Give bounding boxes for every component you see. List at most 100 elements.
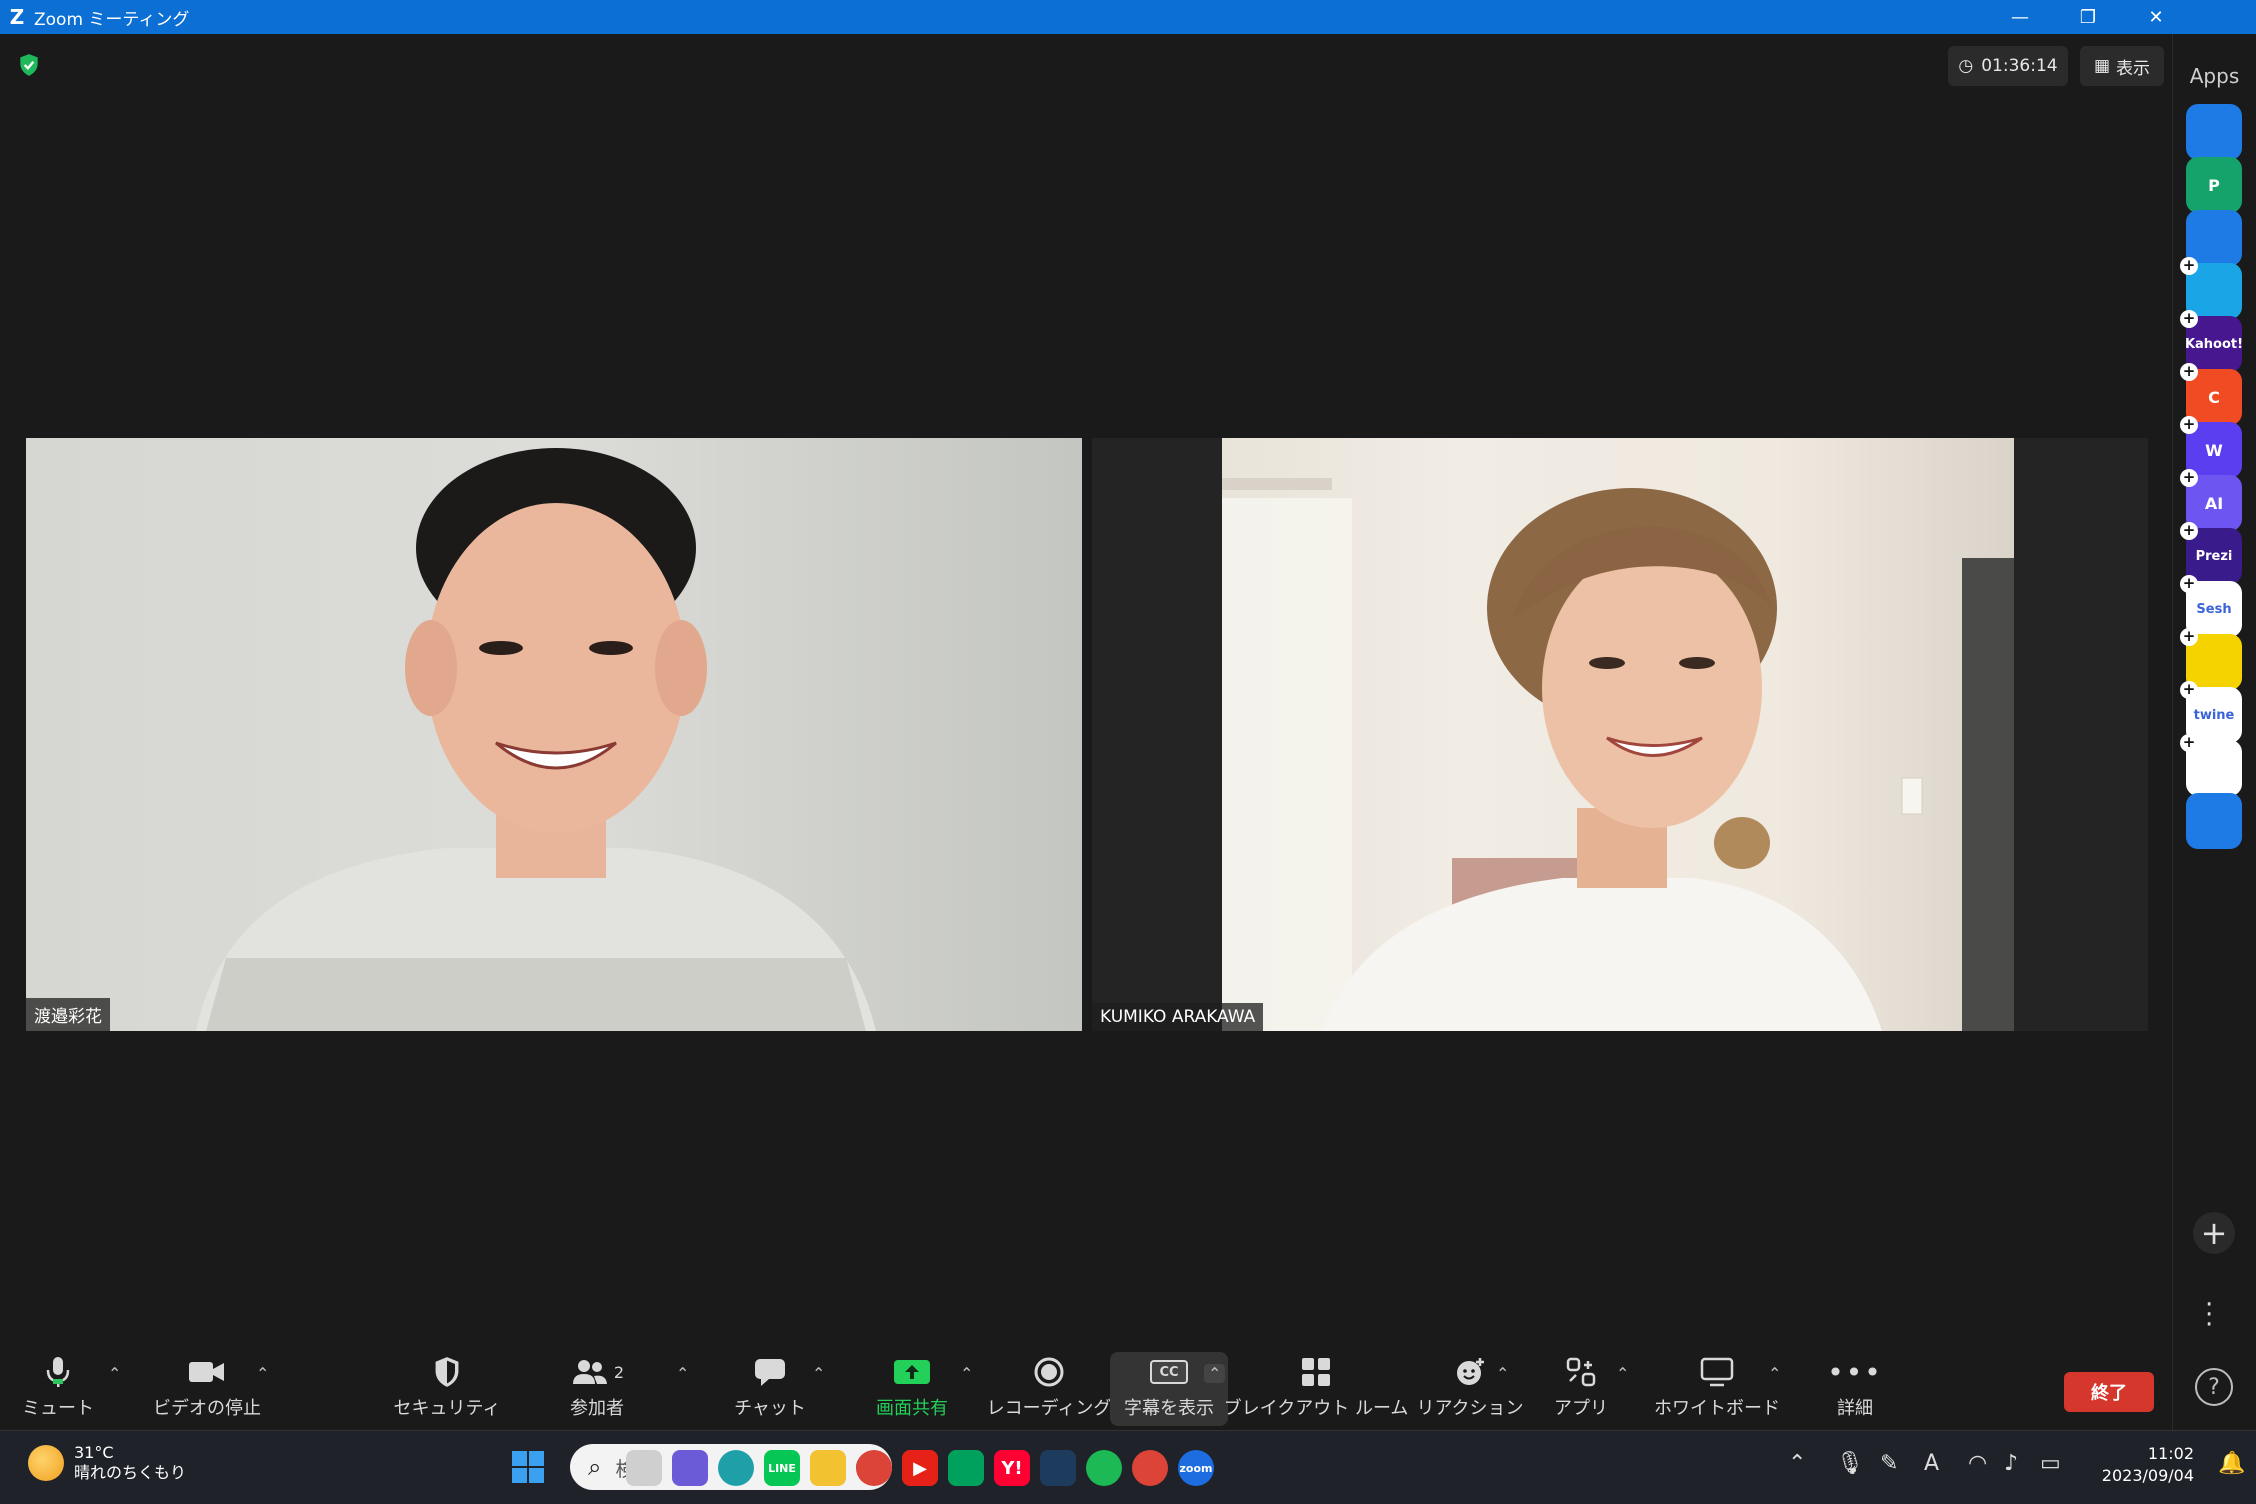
smile-app-icon[interactable] xyxy=(2186,104,2242,160)
record-icon xyxy=(1033,1352,1065,1392)
add-app-button[interactable]: + xyxy=(2193,1212,2235,1254)
teams-chat-icon[interactable] xyxy=(672,1450,708,1486)
add-badge-icon: + xyxy=(2180,681,2198,699)
whiteboard-button[interactable]: ホワイトボード xyxy=(1654,1352,1780,1426)
mute-options-chevron-icon[interactable]: ⌃ xyxy=(108,1364,121,1383)
close-button[interactable]: ✕ xyxy=(2122,0,2190,34)
reactions-label: リアクション xyxy=(1416,1398,1524,1419)
tray-overflow-chevron-icon[interactable]: ⌃ xyxy=(1788,1451,1806,1476)
edge-icon[interactable] xyxy=(718,1450,754,1486)
breakout-rooms-button[interactable]: ブレイクアウト ルーム xyxy=(1224,1352,1408,1426)
microphone-icon xyxy=(45,1352,71,1392)
line-icon[interactable]: LINE xyxy=(764,1450,800,1486)
closed-captions-icon: CC xyxy=(1150,1352,1188,1392)
add-badge-icon: + xyxy=(2180,575,2198,593)
more-options-icon[interactable]: · · · xyxy=(2205,1292,2213,1338)
apps-options-chevron-icon[interactable]: ⌃ xyxy=(1616,1364,1629,1383)
microphone-tray-icon[interactable]: 🎙 xyxy=(1836,1451,1864,1476)
chat-label: チャット xyxy=(734,1398,806,1419)
security-label: セキュリティ xyxy=(393,1398,501,1419)
zoom-logo-icon: Z xyxy=(9,5,25,29)
share-screen-button[interactable]: 画面共有 xyxy=(866,1352,958,1426)
chrome-icon[interactable] xyxy=(856,1450,892,1486)
start-button[interactable] xyxy=(506,1445,550,1489)
weather-temperature: 31°C xyxy=(74,1443,114,1462)
volume-icon[interactable]: ♪ xyxy=(2004,1451,2018,1476)
recording-button[interactable]: レコーディング xyxy=(987,1352,1111,1426)
breakout-grid-icon xyxy=(1300,1352,1332,1392)
grid-icon: ▦ xyxy=(2093,56,2111,76)
mute-label: ミュート xyxy=(22,1398,94,1419)
video-camera-icon xyxy=(188,1352,226,1392)
share-label: 画面共有 xyxy=(876,1398,948,1419)
chat-options-chevron-icon[interactable]: ⌃ xyxy=(812,1364,825,1383)
pen-tray-icon[interactable]: ✎ xyxy=(1880,1451,1898,1476)
whiteboard-icon xyxy=(1700,1352,1734,1392)
breakout-label: ブレイクアウト ルーム xyxy=(1223,1398,1409,1419)
view-label: 表示 xyxy=(2116,58,2151,79)
system-clock[interactable]: 11:02 2023/09/04 xyxy=(2096,1443,2194,1487)
add-badge-icon: + xyxy=(2180,734,2198,752)
view-button[interactable]: ▦ 表示 xyxy=(2080,46,2164,86)
chat-button[interactable]: チャット xyxy=(730,1352,810,1426)
ime-tray-icon[interactable]: A xyxy=(1924,1451,1939,1476)
cc-badge: CC xyxy=(1150,1360,1188,1384)
captions-options-chevron-icon[interactable]: ⌃ xyxy=(1204,1364,1226,1383)
add-badge-icon: + xyxy=(2180,310,2198,328)
recording-label: レコーディング xyxy=(986,1398,1112,1419)
title-bar: Z Zoom ミーティング ✕ ❐ — xyxy=(0,0,2256,34)
add-badge-icon: + xyxy=(2180,522,2198,540)
ellipsis-icon: ••• xyxy=(1827,1355,1883,1389)
wifi-icon[interactable]: ◠ xyxy=(1968,1451,1987,1476)
add-badge-icon: + xyxy=(2180,363,2198,381)
zoom-icon[interactable]: zoom xyxy=(1178,1450,1214,1486)
help-button[interactable]: ? xyxy=(2195,1368,2233,1406)
video-tile-1[interactable]: 渡邉彩花 xyxy=(26,438,1082,1031)
apps-button[interactable]: アプリ xyxy=(1546,1352,1616,1426)
share-options-chevron-icon[interactable]: ⌃ xyxy=(960,1364,973,1383)
apps-panel: Apps P + Kahoot! + C + W + AI + Prezi + Sesh + + twine +… xyxy=(2172,34,2256,1430)
security-button[interactable]: セキュリティ xyxy=(392,1352,502,1426)
more-button[interactable]: ••• 詳細 xyxy=(1820,1352,1890,1426)
mute-button[interactable]: ミュート xyxy=(22,1352,94,1426)
restore-button[interactable]: ❐ xyxy=(2054,0,2122,34)
end-meeting-button[interactable]: 終了 xyxy=(2064,1372,2154,1412)
search-icon: ⌕ xyxy=(588,1453,602,1481)
chrome-profile-icon[interactable] xyxy=(1132,1450,1168,1486)
video-options-chevron-icon[interactable]: ⌃ xyxy=(256,1364,269,1383)
video-tile-2[interactable]: KUMIKO ARAKAWA xyxy=(1092,438,2148,1031)
battery-icon[interactable]: ▭ xyxy=(2040,1451,2061,1476)
add-badge-icon: + xyxy=(2180,416,2198,434)
share-screen-icon xyxy=(893,1352,931,1392)
meeting-toolbar: ミュート ⌃ ビデオの停止 ⌃ セキュリティ 2 参加者 ⌃ チャット ⌃ 画面… xyxy=(0,1346,2172,1430)
google-chat-icon[interactable] xyxy=(948,1450,984,1486)
minimize-button[interactable]: — xyxy=(1986,0,2054,34)
file-explorer-icon[interactable] xyxy=(810,1450,846,1486)
yahoo-icon[interactable]: Y! xyxy=(994,1450,1030,1486)
youtube-icon[interactable]: ▶ xyxy=(902,1450,938,1486)
reactions-options-chevron-icon[interactable]: ⌃ xyxy=(1496,1364,1509,1383)
dev-app-icon[interactable] xyxy=(1040,1450,1076,1486)
notification-icon[interactable]: 🔔 xyxy=(2218,1451,2245,1476)
stop-video-button[interactable]: ビデオの停止 xyxy=(152,1352,262,1426)
window-title: Zoom ミーティング xyxy=(34,9,190,30)
apps-icon xyxy=(1566,1352,1596,1392)
add-badge-icon: + xyxy=(2180,628,2198,646)
participants-count: 2 xyxy=(613,1362,625,1382)
participants-icon: 2 xyxy=(570,1352,624,1392)
clock-icon: ◷ xyxy=(1958,56,1974,76)
participants-label: 参加者 xyxy=(570,1398,624,1419)
weather-widget[interactable]: 31°C 晴れのちくもり xyxy=(28,1443,186,1483)
clock-app-icon[interactable] xyxy=(2186,793,2242,849)
encryption-shield-icon[interactable] xyxy=(16,52,42,78)
participants-options-chevron-icon[interactable]: ⌃ xyxy=(676,1364,689,1383)
task-view-icon[interactable] xyxy=(626,1450,662,1486)
spotify-icon[interactable] xyxy=(1086,1450,1122,1486)
participants-button[interactable]: 2 参加者 xyxy=(552,1352,642,1426)
captions-label: 字幕を表示 xyxy=(1124,1398,1214,1419)
p-app-icon[interactable]: P xyxy=(2186,157,2242,213)
windows-logo-icon xyxy=(512,1451,544,1483)
blocks-app-icon[interactable]: + xyxy=(2180,734,2242,796)
windows-taskbar: 31°C 晴れのちくもり ⌕ 検索 b LINE▶Y!zoom ⌃ 🎙 ✎ A … xyxy=(0,1430,2256,1504)
whiteboard-options-chevron-icon[interactable]: ⌃ xyxy=(1768,1364,1781,1383)
